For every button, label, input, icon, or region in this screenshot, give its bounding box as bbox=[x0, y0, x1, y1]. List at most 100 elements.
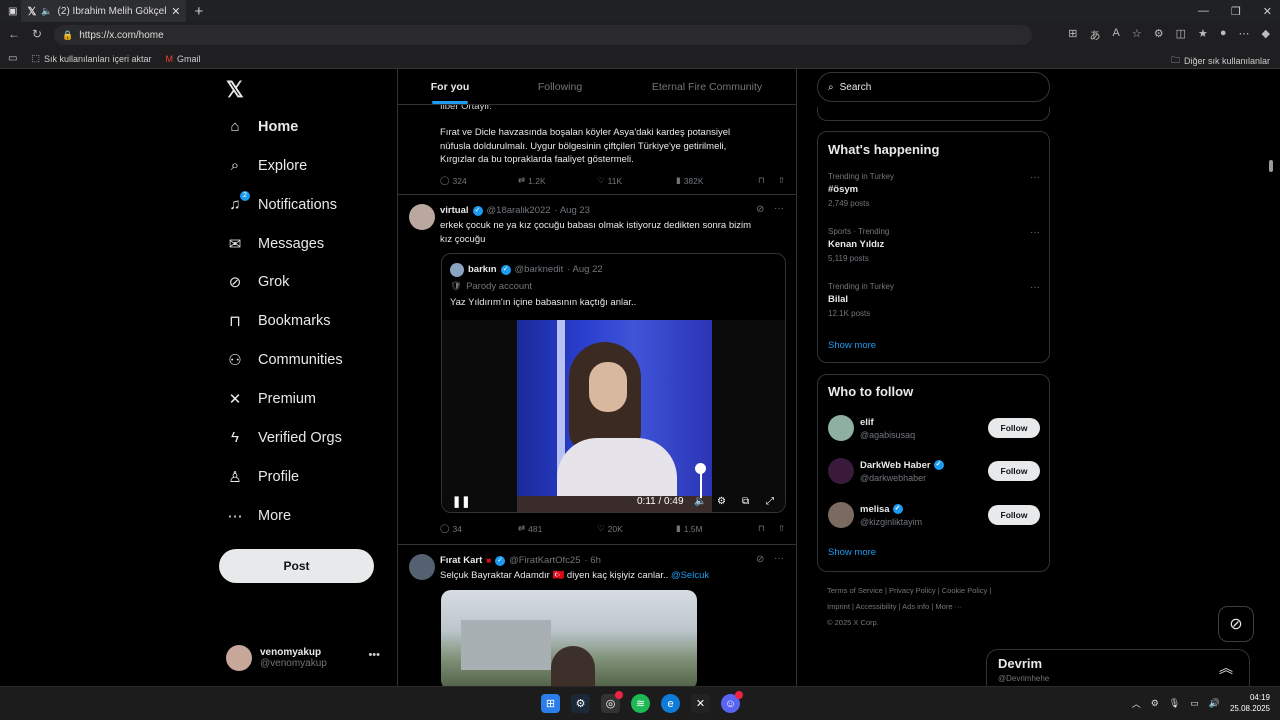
minimize-icon[interactable]: — bbox=[1198, 5, 1209, 17]
back-icon[interactable]: ← bbox=[8, 27, 20, 41]
network-icon[interactable]: ▭ bbox=[1190, 698, 1199, 709]
profile-icon[interactable]: ● bbox=[1220, 27, 1227, 43]
browser-tab[interactable]: 𝕏 🔈 (2) İbrahim Melih Gökçek (@ ✕ bbox=[21, 0, 187, 22]
footer-link[interactable]: Imprint bbox=[827, 602, 850, 611]
terminal-icon[interactable]: ✕ bbox=[691, 694, 710, 713]
post-button[interactable]: Post bbox=[219, 549, 374, 583]
tweet-virtual[interactable]: virtual ✓ @18aralik2022 · Aug 23 ⊘ ··· e… bbox=[398, 195, 796, 545]
tweet-firat[interactable]: Fırat Kart ■ ✓ @FiratKartOfc25 · 6h ⊘ ··… bbox=[398, 545, 796, 686]
follow-suggestion[interactable]: elif @agabisusaq Follow bbox=[828, 413, 1040, 443]
tab-close-icon[interactable]: ✕ bbox=[171, 5, 180, 18]
views-button[interactable]: ▮ 382K bbox=[676, 175, 758, 186]
bookmark-button[interactable]: ⊓ bbox=[758, 523, 778, 534]
quoted-tweet[interactable]: barkın ✓ @barknedit · Aug 22 🛡 Parody acc… bbox=[441, 253, 786, 513]
trend-item[interactable]: Trending in Turkey Bilal 12.1K posts ··· bbox=[828, 282, 1040, 318]
trend-item[interactable]: Trending in Turkey #ösym 2,749 posts ··· bbox=[828, 172, 1040, 208]
author-handle[interactable]: @18aralik2022 bbox=[487, 205, 551, 216]
volume-tray-icon[interactable]: 🔊 bbox=[1209, 698, 1220, 709]
nav-item-profile[interactable]: ♙ Profile bbox=[226, 468, 299, 486]
other-favorites[interactable]: 🗀 Diğer sık kullanılanlar bbox=[1171, 53, 1270, 69]
windows-start-icon[interactable]: ⊞ bbox=[541, 694, 560, 713]
search-input[interactable]: ⌕ Search bbox=[817, 72, 1050, 102]
settings-gear-icon[interactable]: ⚙ bbox=[717, 496, 726, 507]
tab-for-you[interactable]: For you bbox=[398, 69, 502, 104]
author-name[interactable]: Fırat Kart bbox=[440, 555, 482, 566]
new-tab-button[interactable]: + bbox=[194, 3, 203, 20]
more-dots-icon[interactable]: ··· bbox=[774, 203, 784, 214]
steam-tray-icon[interactable]: ⚙ bbox=[1151, 698, 1159, 709]
account-switcher[interactable]: venomyakup @venomyakup ••• bbox=[226, 641, 386, 675]
bookmark-import[interactable]: ⬚ Sık kullanılanları içeri aktar bbox=[31, 53, 151, 64]
grok-icon[interactable]: ⊘ bbox=[756, 204, 764, 215]
volume-slider-handle[interactable] bbox=[695, 463, 706, 474]
follow-button[interactable]: Follow bbox=[988, 505, 1040, 525]
tab-actions-icon[interactable]: ▣ bbox=[8, 6, 17, 17]
favorite-star-icon[interactable]: ☆ bbox=[1132, 27, 1142, 43]
extensions-icon[interactable]: ⚙ bbox=[1154, 27, 1164, 43]
trend-item[interactable]: Sports · Trending Kenan Yıldız 5,119 pos… bbox=[828, 227, 1040, 263]
microphone-icon[interactable]: 🎙 bbox=[1169, 698, 1180, 709]
page-scrollbar[interactable] bbox=[1267, 142, 1275, 686]
picture-in-picture-icon[interactable]: ⧉ bbox=[742, 496, 749, 507]
footer-link[interactable]: More ··· bbox=[935, 602, 962, 611]
avatar[interactable] bbox=[409, 204, 435, 230]
like-button[interactable]: ♡ 11K bbox=[597, 175, 676, 186]
refresh-icon[interactable]: ↻ bbox=[32, 27, 42, 41]
avatar[interactable] bbox=[409, 554, 435, 580]
discord-icon[interactable]: ☺ bbox=[721, 691, 743, 713]
messages-drawer[interactable]: Devrim @Devrimhehe ︽ bbox=[986, 649, 1250, 686]
reply-button[interactable]: ◯ 324 bbox=[440, 175, 518, 186]
grok-icon[interactable]: ⊘ bbox=[756, 554, 764, 565]
nav-item-explore[interactable]: ⌕ Explore bbox=[226, 157, 307, 174]
pause-icon[interactable]: ❚❚ bbox=[452, 495, 470, 508]
footer-link[interactable]: Ads info bbox=[902, 602, 929, 611]
nav-item-more[interactable]: ⋯ More bbox=[226, 507, 292, 525]
nav-item-notifications[interactable]: ♫ 2 Notifications bbox=[226, 191, 337, 213]
mention-link[interactable]: @Selcuk bbox=[671, 570, 709, 581]
more-dots-icon[interactable]: ··· bbox=[1030, 227, 1040, 238]
more-dots-icon[interactable]: ··· bbox=[1030, 282, 1040, 293]
nav-item-home[interactable]: ⌂ Home bbox=[226, 118, 298, 135]
url-field[interactable]: 🔒 https://x.com/home bbox=[54, 25, 1032, 45]
share-icon[interactable]: ⇧ bbox=[778, 175, 785, 186]
spotify-icon[interactable]: ≋ bbox=[631, 694, 650, 713]
grok-floating-button[interactable]: ⊘ bbox=[1218, 606, 1254, 642]
repost-button[interactable]: ⇄ 481 bbox=[518, 523, 597, 534]
nav-item-communities[interactable]: ⚇ Communities bbox=[226, 351, 342, 369]
more-dots-icon[interactable]: ••• bbox=[368, 649, 380, 661]
like-button[interactable]: ♡ 20K bbox=[597, 523, 676, 534]
sidebar-toggle-icon[interactable]: ▭ bbox=[8, 53, 17, 64]
author-name[interactable]: virtual bbox=[440, 205, 469, 216]
translate-icon[interactable]: あ bbox=[1090, 27, 1101, 43]
footer-link[interactable]: Privacy Policy bbox=[889, 586, 936, 595]
video-player[interactable]: ❚❚ 0:11 / 0:49 🔈 ⚙ ⧉ ⤢ bbox=[442, 320, 785, 512]
reply-button[interactable]: ◯ 34 bbox=[440, 523, 518, 534]
clock[interactable]: 04:19 25.08.2025 bbox=[1230, 692, 1270, 714]
steam-icon[interactable]: ⚙ bbox=[571, 694, 590, 713]
split-screen-icon[interactable]: ◫ bbox=[1176, 27, 1186, 43]
menu-dots-icon[interactable]: ⋯ bbox=[1239, 27, 1250, 43]
tray-chevron-icon[interactable]: ︿ bbox=[1132, 697, 1141, 710]
follow-suggestion[interactable]: DarkWeb Haber ✓ @darkwebhaber Follow bbox=[828, 456, 1040, 486]
views-button[interactable]: ▮ 1.5M bbox=[676, 523, 758, 534]
nav-item-premium[interactable]: ✕ Premium bbox=[226, 390, 316, 408]
nav-item-verified-orgs[interactable]: ϟ Verified Orgs bbox=[226, 429, 342, 446]
more-dots-icon[interactable]: ··· bbox=[774, 553, 784, 564]
tweet-image[interactable] bbox=[441, 590, 697, 686]
show-more-link[interactable]: Show more bbox=[828, 340, 876, 351]
share-icon[interactable]: ⇧ bbox=[778, 523, 785, 534]
show-more-link[interactable]: Show more bbox=[828, 547, 876, 558]
follow-suggestion[interactable]: melisa ✓ @kizginliktayim Follow bbox=[828, 500, 1040, 530]
favorites-icon[interactable]: ★ bbox=[1198, 27, 1208, 43]
tab-eternal-fire-community[interactable]: Eternal Fire Community bbox=[618, 69, 796, 104]
tab-following[interactable]: Following bbox=[502, 69, 618, 104]
nav-item-messages[interactable]: ✉ Messages bbox=[226, 235, 324, 253]
tweet-time[interactable]: · Aug 23 bbox=[555, 205, 590, 216]
author-handle[interactable]: @FiratKartOfc25 bbox=[509, 555, 580, 566]
read-aloud-icon[interactable]: A bbox=[1113, 27, 1120, 43]
restore-icon[interactable]: ❐ bbox=[1231, 5, 1241, 18]
footer-link[interactable]: Accessibility bbox=[856, 602, 897, 611]
repost-button[interactable]: ⇄ 1.2K bbox=[518, 175, 597, 186]
x-logo-icon[interactable]: 𝕏 bbox=[226, 77, 244, 103]
speaker-icon[interactable]: 🔈 bbox=[41, 6, 52, 17]
